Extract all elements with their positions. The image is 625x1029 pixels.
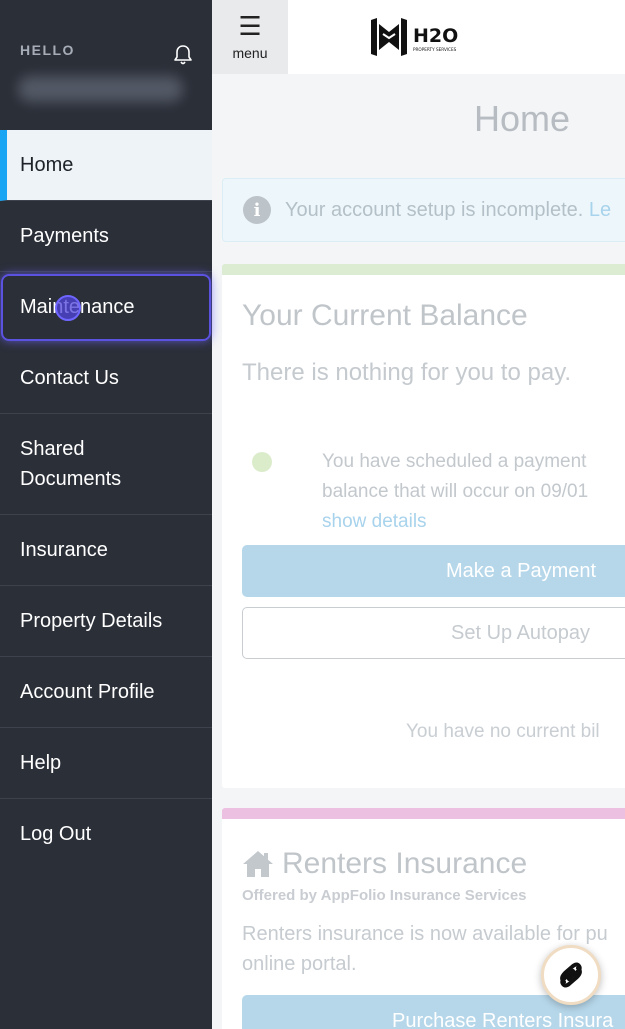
show-details-link[interactable]: show details bbox=[322, 507, 588, 537]
sidebar-item-label: Payments bbox=[20, 224, 109, 247]
sidebar-item-account-profile[interactable]: Account Profile bbox=[0, 657, 212, 728]
info-icon: i bbox=[243, 196, 271, 224]
page-title: Home bbox=[474, 98, 571, 139]
insurance-text-line-1: Renters insurance is now available for p… bbox=[242, 923, 608, 945]
sidebar-item-payments[interactable]: Payments bbox=[0, 201, 212, 272]
scheduled-payment-text: You have scheduled a payment balance tha… bbox=[322, 447, 588, 537]
sidebar-item-insurance[interactable]: Insurance bbox=[0, 515, 212, 586]
logo-subtext: PROPERTY SERVICES bbox=[413, 47, 457, 52]
setup-autopay-button[interactable]: Set Up Autopay bbox=[242, 607, 625, 659]
top-bar: ☰ menu H2O PROPERTY SERVICES bbox=[212, 0, 625, 74]
chat-widget-button[interactable] bbox=[541, 945, 601, 1005]
sidebar-item-log-out[interactable]: Log Out bbox=[0, 799, 212, 870]
sidebar-item-label: Home bbox=[20, 153, 74, 176]
bell-icon[interactable] bbox=[173, 44, 193, 66]
alert-text: Your account setup is incomplete. bbox=[285, 198, 584, 221]
sidebar-item-label: Account Profile bbox=[20, 680, 155, 703]
menu-button-label: menu bbox=[232, 45, 268, 61]
insurance-offered-by: Offered by AppFolio Insurance Services bbox=[242, 887, 527, 904]
sidebar: HELLO Home Payments Maintenance Contact … bbox=[0, 0, 212, 1029]
sidebar-item-contact-us[interactable]: Contact Us bbox=[0, 343, 212, 414]
status-dot bbox=[252, 452, 272, 472]
sidebar-item-property-details[interactable]: Property Details bbox=[0, 586, 212, 657]
company-logo: H2O PROPERTY SERVICES bbox=[371, 18, 458, 56]
sidebar-item-shared-documents[interactable]: Shared Documents bbox=[0, 414, 212, 515]
scheduled-line-2: balance that will occur on 09/01 bbox=[322, 481, 589, 502]
logo-text: H2O bbox=[413, 25, 458, 47]
balance-title: Your Current Balance bbox=[242, 299, 528, 332]
sidebar-item-home[interactable]: Home bbox=[0, 130, 212, 201]
app-screen: HELLO Home Payments Maintenance Contact … bbox=[0, 0, 625, 1029]
user-name-blurred bbox=[18, 76, 183, 102]
sidebar-item-help[interactable]: Help bbox=[0, 728, 212, 799]
insurance-header: Renters Insurance bbox=[242, 847, 527, 881]
account-setup-alert: i Your account setup is incomplete. Le bbox=[222, 178, 625, 242]
main-content: Home i Your account setup is incomplete.… bbox=[212, 74, 625, 1029]
alert-text-wrap: Your account setup is incomplete. Le bbox=[285, 199, 611, 222]
sidebar-header: HELLO bbox=[0, 0, 212, 130]
house-icon bbox=[243, 851, 273, 877]
alert-link[interactable]: Le bbox=[589, 199, 611, 221]
sidebar-item-label: Shared Documents bbox=[20, 438, 122, 490]
sidebar-item-label: Insurance bbox=[20, 538, 108, 561]
greeting-label: HELLO bbox=[20, 42, 75, 58]
scheduled-line-1: You have scheduled a payment bbox=[322, 451, 587, 472]
sidebar-item-label: Help bbox=[20, 751, 62, 774]
sidebar-item-label: Property Details bbox=[20, 609, 163, 632]
no-bills-text: You have no current bil bbox=[406, 721, 600, 742]
insurance-title: Renters Insurance bbox=[282, 847, 528, 880]
sidebar-item-maintenance[interactable]: Maintenance bbox=[1, 274, 211, 341]
sidebar-item-label: Log Out bbox=[20, 823, 92, 845]
chat-widget-icon bbox=[560, 962, 582, 988]
current-balance-card: Your Current Balance There is nothing fo… bbox=[222, 264, 625, 788]
touch-cursor-indicator bbox=[55, 295, 81, 321]
make-payment-button[interactable]: Make a Payment bbox=[242, 545, 625, 597]
menu-button[interactable]: ☰ menu bbox=[212, 0, 288, 74]
balance-subtitle: There is nothing for you to pay. bbox=[242, 359, 572, 386]
sidebar-item-label: Contact Us bbox=[20, 366, 119, 389]
hamburger-icon: ☰ bbox=[238, 11, 262, 41]
